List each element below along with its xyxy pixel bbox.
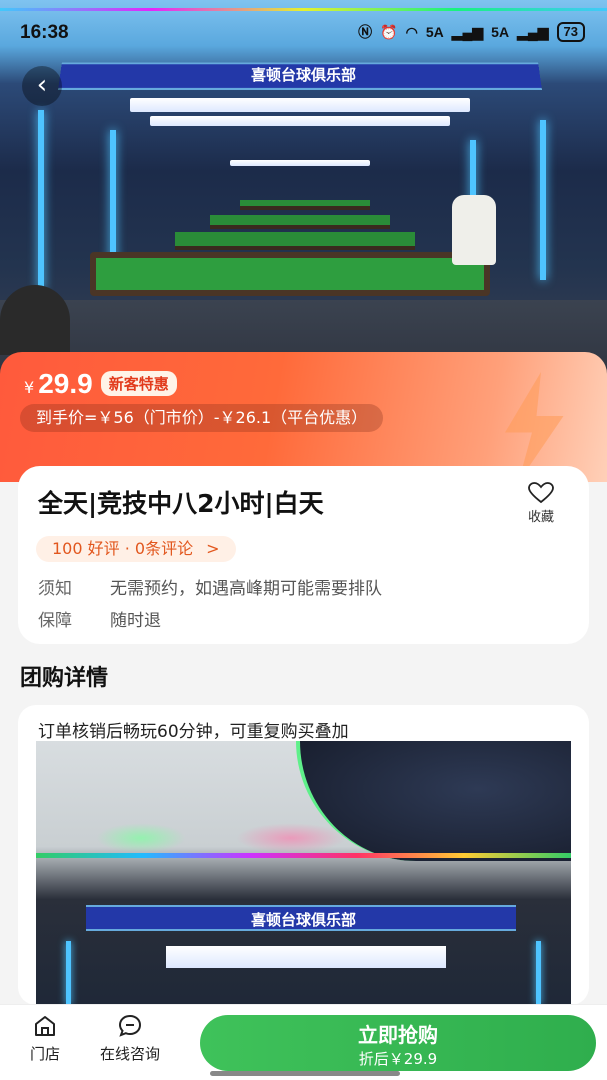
- hero-spectator: [0, 285, 70, 355]
- signal-2-label: 5A: [491, 24, 510, 40]
- deal-info-card: 全天|竞技中八2小时|白天 收藏 100 好评 · 0条评论 > 须知 无需预约…: [18, 466, 589, 644]
- hero-neon-pillar: [38, 110, 44, 290]
- store-button[interactable]: 门店: [30, 1013, 60, 1064]
- hero-neon-pillar: [540, 120, 546, 280]
- hero-club-sign-text: 喜顿台球俱乐部: [250, 66, 356, 84]
- hero-neon-pillar: [110, 130, 116, 270]
- detail-ceiling-light: [166, 946, 446, 968]
- guarantee-value: 随时退: [110, 611, 161, 631]
- battery-icon: 73: [556, 22, 585, 42]
- notice-row: 须知 无需预约，如遇高峰期可能需要排队: [38, 574, 382, 599]
- hero-ceiling-light: [150, 116, 450, 126]
- rating-pill[interactable]: 100 好评 · 0条评论 >: [36, 536, 236, 562]
- online-consult-label: 在线咨询: [100, 1045, 161, 1063]
- detail-card: 订单核销后畅玩60分钟，可重复购买叠加 喜顿台球俱乐部: [18, 705, 589, 1005]
- detail-neon-pillar: [536, 941, 541, 1005]
- buy-now-button[interactable]: 立即抢购 折后￥29.9: [200, 1015, 596, 1071]
- section-title-details: 团购详情: [20, 666, 109, 691]
- status-icons: Ⓝ ⏰ ◠ 5A ▂▄▆ 5A ▂▄▆ 73: [358, 22, 585, 42]
- detail-neon-pillar: [66, 941, 71, 1005]
- heart-outline-icon: [528, 482, 554, 504]
- home-indicator[interactable]: [210, 1071, 400, 1076]
- hero-far-table: [175, 232, 415, 250]
- wifi-icon: ◠: [405, 23, 418, 40]
- signal-icon: ▂▄▆: [451, 23, 484, 40]
- price-currency: ¥: [24, 378, 35, 397]
- price-main: ¥ 29.9 新客特惠: [24, 368, 177, 400]
- guarantee-row: 保障 随时退: [38, 606, 161, 631]
- price-banner: ¥ 29.9 新客特惠 到手价=￥56（门市价）-￥26.1（平台优惠）: [0, 352, 607, 482]
- hero-pool-table: [90, 252, 490, 296]
- detail-green-glow: [96, 823, 186, 853]
- store-icon: [35, 1016, 55, 1036]
- notice-value: 无需预约，如遇高峰期可能需要排队: [110, 579, 382, 599]
- bottom-action-bar: 门店 在线咨询 立即抢购 折后￥29.9: [0, 1004, 607, 1080]
- status-time: 16:38: [20, 22, 69, 43]
- rating-text: 100 好评 · 0条评论: [52, 539, 194, 558]
- guarantee-key: 保障: [38, 611, 72, 631]
- hero-ceiling-light: [130, 98, 470, 112]
- detail-image[interactable]: 喜顿台球俱乐部: [36, 741, 571, 1005]
- notice-key: 须知: [38, 579, 72, 599]
- detail-pink-glow: [236, 823, 346, 853]
- back-button[interactable]: ‹: [22, 66, 62, 106]
- signal-1-label: 5A: [425, 24, 444, 40]
- chevron-left-icon: ‹: [36, 70, 48, 100]
- favorite-button[interactable]: 收藏: [521, 482, 561, 525]
- hero-far-table: [240, 200, 370, 210]
- store-label: 门店: [30, 1045, 61, 1063]
- signal-icon: ▂▄▆: [517, 23, 549, 40]
- chevron-right-icon: >: [206, 539, 220, 558]
- hero-player: [452, 195, 496, 265]
- detail-description: 订单核销后畅玩60分钟，可重复购买叠加: [38, 722, 349, 742]
- hero-ceiling-light: [230, 160, 370, 166]
- deal-title: 全天|竞技中八2小时|白天: [38, 489, 324, 518]
- buy-now-price: 折后￥29.9: [358, 1050, 438, 1068]
- alarm-icon: ⏰: [380, 23, 398, 40]
- detail-club-sign-text: 喜顿台球俱乐部: [250, 911, 356, 929]
- price-breakdown: 到手价=￥56（门市价）-￥26.1（平台优惠）: [20, 404, 384, 432]
- nfc-icon: Ⓝ: [358, 24, 373, 40]
- online-consult-button[interactable]: 在线咨询: [100, 1013, 160, 1064]
- hero-far-table: [210, 215, 390, 229]
- detail-neon-strip: [36, 853, 571, 858]
- new-customer-badge: 新客特惠: [100, 371, 177, 396]
- chat-bubble-icon: [118, 1014, 142, 1037]
- favorite-label: 收藏: [527, 510, 554, 525]
- status-bar: 16:38 Ⓝ ⏰ ◠ 5A ▂▄▆ 5A ▂▄▆ 73: [0, 0, 607, 60]
- buy-now-label: 立即抢购: [358, 1023, 438, 1047]
- price-value: 29.9: [38, 368, 93, 399]
